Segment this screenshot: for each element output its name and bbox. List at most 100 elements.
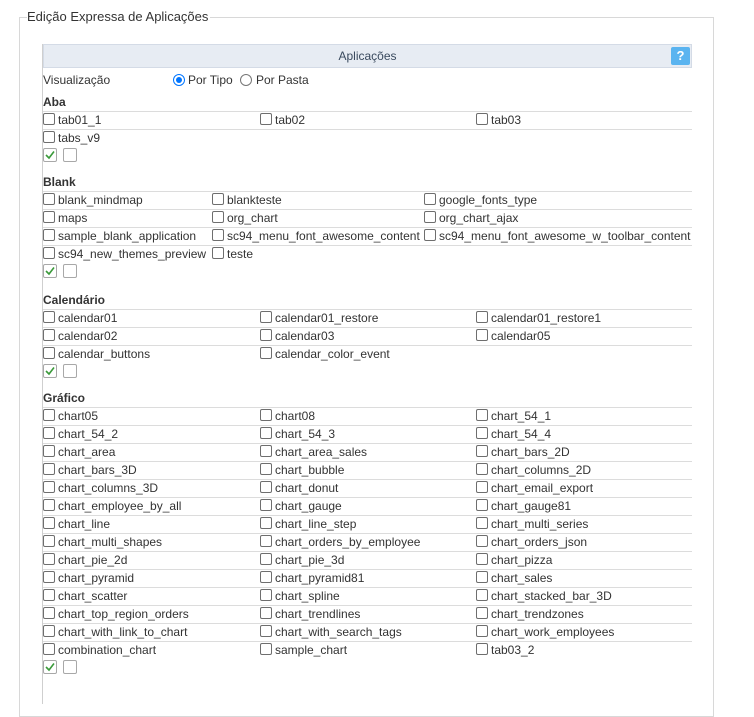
app-item[interactable]: sample_chart	[260, 641, 347, 659]
app-item[interactable]: chart08	[260, 407, 315, 425]
checkbox[interactable]	[212, 247, 224, 259]
checkbox[interactable]	[260, 445, 272, 457]
checkbox[interactable]	[260, 535, 272, 547]
app-item[interactable]: chart_54_3	[260, 425, 335, 443]
app-item[interactable]: chart_with_search_tags	[260, 623, 402, 641]
app-item[interactable]: chart_work_employees	[476, 623, 614, 641]
app-item[interactable]: chart_pizza	[476, 551, 552, 569]
app-item[interactable]: chart_multi_shapes	[43, 533, 162, 551]
app-item[interactable]: sc94_menu_font_awesome_content	[212, 227, 420, 245]
checkbox[interactable]	[260, 589, 272, 601]
app-item[interactable]: chart_gauge	[260, 497, 342, 515]
help-button[interactable]: ?	[671, 47, 690, 65]
checkbox[interactable]	[476, 553, 488, 565]
checkbox[interactable]	[43, 535, 55, 547]
checkbox[interactable]	[424, 229, 436, 241]
app-item[interactable]: calendar03	[260, 327, 334, 345]
app-item[interactable]: org_chart	[212, 209, 278, 227]
checkbox[interactable]	[43, 131, 55, 143]
checkbox[interactable]	[476, 517, 488, 529]
app-item[interactable]: sample_blank_application	[43, 227, 196, 245]
select-none-box-icon[interactable]	[63, 660, 77, 674]
app-item[interactable]: calendar02	[43, 327, 117, 345]
checkbox[interactable]	[260, 347, 272, 359]
checkbox[interactable]	[43, 499, 55, 511]
select-none-box-icon[interactable]	[63, 148, 77, 162]
app-item[interactable]: chart_area	[43, 443, 115, 461]
checkbox[interactable]	[260, 311, 272, 323]
app-item[interactable]: chart_orders_by_employee	[260, 533, 420, 551]
app-item[interactable]: chart_54_1	[476, 407, 551, 425]
checkbox[interactable]	[43, 589, 55, 601]
app-item[interactable]: chart_pie_3d	[260, 551, 344, 569]
checkbox[interactable]	[43, 427, 55, 439]
app-item[interactable]: chart_columns_2D	[476, 461, 591, 479]
app-item[interactable]: blankteste	[212, 191, 282, 209]
checkbox[interactable]	[260, 427, 272, 439]
app-item[interactable]: tab03_2	[476, 641, 534, 659]
app-item[interactable]: chart_employee_by_all	[43, 497, 181, 515]
checkbox[interactable]	[260, 643, 272, 655]
app-item[interactable]: tab02	[260, 111, 305, 129]
checkbox[interactable]	[43, 463, 55, 475]
app-item[interactable]: chart_orders_json	[476, 533, 587, 551]
checkbox[interactable]	[43, 311, 55, 323]
checkbox[interactable]	[424, 193, 436, 205]
checkbox[interactable]	[43, 571, 55, 583]
radio-por-pasta[interactable]	[240, 74, 252, 86]
checkbox[interactable]	[43, 329, 55, 341]
checkbox[interactable]	[212, 211, 224, 223]
app-item[interactable]: combination_chart	[43, 641, 156, 659]
app-item[interactable]: chart_sales	[476, 569, 552, 587]
checkbox[interactable]	[476, 113, 488, 125]
app-item[interactable]: chart_line_step	[260, 515, 356, 533]
app-item[interactable]: calendar01	[43, 309, 117, 327]
app-item[interactable]: chart_area_sales	[260, 443, 367, 461]
checkbox[interactable]	[43, 625, 55, 637]
app-item[interactable]: tabs_v9	[43, 129, 100, 147]
checkbox[interactable]	[212, 229, 224, 241]
app-item[interactable]: calendar01_restore1	[476, 309, 601, 327]
checkbox[interactable]	[43, 247, 55, 259]
checkbox[interactable]	[43, 553, 55, 565]
app-item[interactable]: teste	[212, 245, 253, 263]
app-item[interactable]: chart_54_2	[43, 425, 118, 443]
checkbox[interactable]	[260, 113, 272, 125]
radio-por-tipo[interactable]	[173, 74, 185, 86]
app-item[interactable]: chart_scatter	[43, 587, 127, 605]
select-all-check-icon[interactable]	[43, 264, 57, 278]
checkbox[interactable]	[43, 347, 55, 359]
app-item[interactable]: chart_with_link_to_chart	[43, 623, 187, 641]
app-item[interactable]: calendar_color_event	[260, 345, 390, 363]
checkbox[interactable]	[43, 193, 55, 205]
app-item[interactable]: chart_columns_3D	[43, 479, 158, 497]
checkbox[interactable]	[260, 499, 272, 511]
checkbox[interactable]	[260, 625, 272, 637]
checkbox[interactable]	[476, 589, 488, 601]
checkbox[interactable]	[424, 211, 436, 223]
checkbox[interactable]	[476, 445, 488, 457]
app-item[interactable]: chart_donut	[260, 479, 338, 497]
checkbox[interactable]	[43, 229, 55, 241]
checkbox[interactable]	[260, 553, 272, 565]
select-all-check-icon[interactable]	[43, 364, 57, 378]
app-item[interactable]: chart_email_export	[476, 479, 593, 497]
checkbox[interactable]	[260, 463, 272, 475]
checkbox[interactable]	[476, 499, 488, 511]
app-item[interactable]: chart_multi_series	[476, 515, 588, 533]
checkbox[interactable]	[43, 113, 55, 125]
app-item[interactable]: calendar05	[476, 327, 550, 345]
checkbox[interactable]	[260, 607, 272, 619]
select-all-check-icon[interactable]	[43, 660, 57, 674]
app-item[interactable]: chart_trendzones	[476, 605, 584, 623]
checkbox[interactable]	[43, 409, 55, 421]
select-none-box-icon[interactable]	[63, 364, 77, 378]
app-item[interactable]: chart_trendlines	[260, 605, 360, 623]
checkbox[interactable]	[260, 571, 272, 583]
checkbox[interactable]	[476, 481, 488, 493]
app-item[interactable]: chart_gauge81	[476, 497, 571, 515]
app-item[interactable]: chart_pyramid	[43, 569, 134, 587]
app-item[interactable]: org_chart_ajax	[424, 209, 518, 227]
app-item[interactable]: chart_stacked_bar_3D	[476, 587, 612, 605]
checkbox[interactable]	[43, 211, 55, 223]
